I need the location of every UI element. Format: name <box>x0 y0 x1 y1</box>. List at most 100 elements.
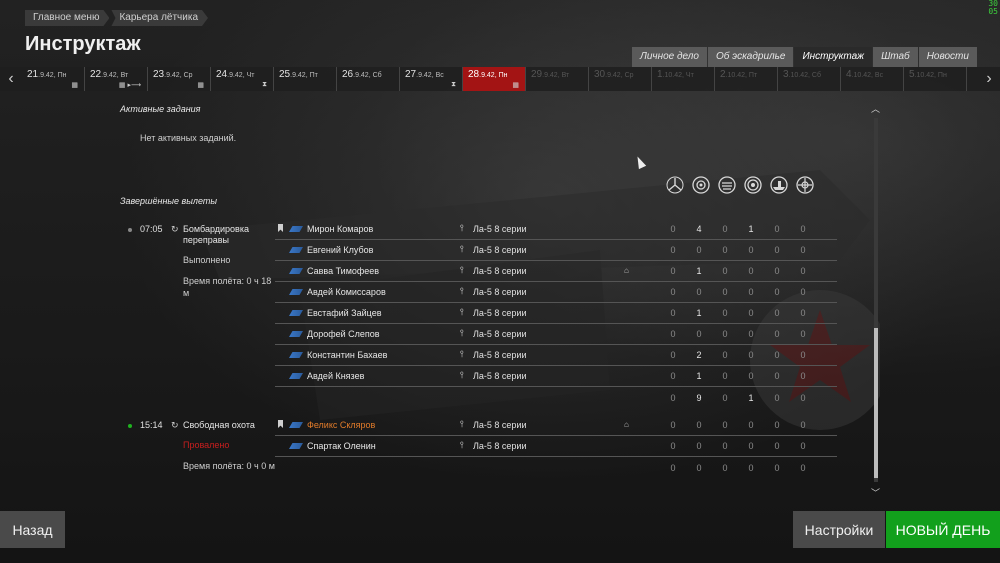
tab-3[interactable]: Штаб <box>873 47 918 67</box>
scrollbar[interactable]: ︿ ﹀ <box>871 102 880 500</box>
date-rest: .9.42, Ср <box>164 72 193 79</box>
pilot-row[interactable]: Авдей Князев ⫯ Ла-5 8 серии 0 1 0 0 0 0 <box>275 366 837 387</box>
scroll-up-icon[interactable]: ︿ <box>871 102 880 115</box>
fps-counter: 30 05 <box>988 0 998 16</box>
date-day: 21 <box>27 69 39 80</box>
pilot-row[interactable]: Авдей Комиссаров ⫯ Ла-5 8 серии 0 0 0 0 0 0 <box>275 282 837 303</box>
date-prev-arrow-icon[interactable]: ‹ <box>0 67 22 91</box>
date-rest: .9.42, Вт <box>542 72 570 79</box>
date-rest: .10.42, Чт <box>662 72 694 79</box>
scroll-thumb[interactable] <box>874 328 878 478</box>
mission-status: Провалено <box>183 440 230 450</box>
pilot-name: Евгений Клубов <box>307 245 374 255</box>
date-item[interactable]: 22.9.42, Вт ▦ ▸⟶ <box>85 67 148 91</box>
stat-value: 0 <box>722 329 728 339</box>
total-value: 0 <box>670 393 676 403</box>
total-value: 0 <box>774 463 780 473</box>
date-item[interactable]: 2.10.42, Пт <box>715 67 778 91</box>
date-rest: .10.42, Сб <box>788 72 821 79</box>
total-value: 0 <box>722 393 728 403</box>
stat-value: 1 <box>696 308 702 318</box>
tab-1[interactable]: Об эскадрилье <box>707 47 794 67</box>
stat-value: 0 <box>748 350 754 360</box>
total-value: 0 <box>670 463 676 473</box>
health-status-icon: ⫯ <box>460 349 464 359</box>
date-day: 26 <box>342 69 354 80</box>
date-rest: .9.42, Пн <box>38 72 67 79</box>
stat-value: 0 <box>800 266 806 276</box>
ship-kills-icon <box>770 176 788 194</box>
rank-insignia-icon <box>289 289 303 295</box>
rank-insignia-icon <box>289 352 303 358</box>
pilot-row[interactable]: Феликс Скляров ⫯ Ла-5 8 серии ⌂ 0 0 0 0 0 0 <box>275 415 837 436</box>
stat-value: 0 <box>800 245 806 255</box>
stat-value: 0 <box>748 266 754 276</box>
pilot-row[interactable]: Мирон Комаров ⫯ Ла-5 8 серии 0 4 0 1 0 0 <box>275 219 837 240</box>
pilot-aircraft: Ла-5 8 серии <box>473 350 527 360</box>
date-item[interactable]: 23.9.42, Ср ▦ <box>148 67 211 91</box>
pilot-row[interactable]: Евстафий Зайцев ⫯ Ла-5 8 серии 0 1 0 0 0 0 <box>275 303 837 324</box>
stat-value: 0 <box>722 441 728 451</box>
date-day: 30 <box>594 69 606 80</box>
date-item[interactable]: 21.9.42, Пн ▦ <box>22 67 85 91</box>
pilot-row[interactable]: Константин Бахаев ⫯ Ла-5 8 серии 0 2 0 0 0 0 <box>275 345 837 366</box>
date-rest: .9.42, Ср <box>605 72 634 79</box>
stat-value: 0 <box>774 371 780 381</box>
tab-0[interactable]: Личное дело <box>632 47 707 67</box>
back-button[interactable]: Назад <box>0 511 65 548</box>
pilot-name: Константин Бахаев <box>307 350 388 360</box>
fps-value-bottom: 05 <box>988 7 998 16</box>
date-item[interactable]: 1.10.42, Чт <box>652 67 715 91</box>
tab-2[interactable]: Инструктаж <box>794 47 873 67</box>
date-item[interactable]: 30.9.42, Ср <box>589 67 652 91</box>
stat-value: 0 <box>670 308 676 318</box>
stat-value: 1 <box>748 224 754 234</box>
pilot-stats: 0 0 0 0 0 0 <box>660 245 816 255</box>
date-item[interactable]: 25.9.42, Пт <box>274 67 337 91</box>
stat-value: 0 <box>800 441 806 451</box>
stat-value: 0 <box>670 441 676 451</box>
pilot-row[interactable]: Евгений Клубов ⫯ Ла-5 8 серии 0 0 0 0 0 0 <box>275 240 837 261</box>
date-item[interactable]: 4.10.42, Вс <box>841 67 904 91</box>
health-status-icon: ⫯ <box>460 328 464 338</box>
date-item[interactable]: 3.10.42, Сб <box>778 67 841 91</box>
leader-bookmark-icon <box>278 224 283 232</box>
stat-value: 0 <box>670 371 676 381</box>
active-tasks-empty-message: Нет активных заданий. <box>140 133 237 143</box>
new-day-button[interactable]: НОВЫЙ ДЕНЬ <box>886 511 1000 548</box>
breadcrumb-main-menu[interactable]: Главное меню <box>25 10 109 26</box>
stat-value: 0 <box>670 329 676 339</box>
date-item[interactable]: 5.10.42, Пн <box>904 67 967 91</box>
vehicle-kills-icon <box>718 176 736 194</box>
date-item[interactable]: 27.9.42, Вс ⧗ <box>400 67 463 91</box>
pilot-name: Спартак Оленин <box>307 441 376 451</box>
pilot-row[interactable]: Савва Тимофеев ⫯ Ла-5 8 серии ⌂ 0 1 0 0 0 0 <box>275 261 837 282</box>
date-item[interactable]: 26.9.42, Сб <box>337 67 400 91</box>
stat-value: 0 <box>696 287 702 297</box>
date-rest: .10.42, Пн <box>914 72 947 79</box>
stat-value: 0 <box>670 350 676 360</box>
pilot-row[interactable]: Спартак Оленин ⫯ Ла-5 8 серии 0 0 0 0 0 0 <box>275 436 837 457</box>
breadcrumb-career[interactable]: Карьера лётчика <box>111 10 208 26</box>
date-next-arrow-icon[interactable]: › <box>978 67 1000 91</box>
date-item[interactable]: 29.9.42, Вт <box>526 67 589 91</box>
pilot-stats: 0 0 0 0 0 0 <box>660 441 816 451</box>
date-rest: .9.42, Вт <box>101 72 129 79</box>
total-value: 0 <box>722 463 728 473</box>
date-item[interactable]: 24.9.42, Чт ⧗ <box>211 67 274 91</box>
scroll-down-icon[interactable]: ﹀ <box>871 486 880 499</box>
stat-value: 0 <box>800 329 806 339</box>
total-value: 0 <box>800 393 806 403</box>
pilot-stats: 0 1 0 0 0 0 <box>660 308 816 318</box>
date-item[interactable]: 28.9.42, Пн ▦ <box>463 67 526 91</box>
stat-value: 2 <box>696 350 702 360</box>
stat-value: 4 <box>696 224 702 234</box>
stat-value: 0 <box>748 287 754 297</box>
aircraft-kills-icon <box>666 176 684 194</box>
pilot-row[interactable]: Дорофей Слепов ⫯ Ла-5 8 серии 0 0 0 0 0 0 <box>275 324 837 345</box>
tab-4[interactable]: Новости <box>918 47 977 67</box>
pilot-stats: 0 2 0 0 0 0 <box>660 350 816 360</box>
settings-button[interactable]: Настройки <box>793 511 885 548</box>
date-day: 23 <box>153 69 165 80</box>
stat-value: 0 <box>774 441 780 451</box>
